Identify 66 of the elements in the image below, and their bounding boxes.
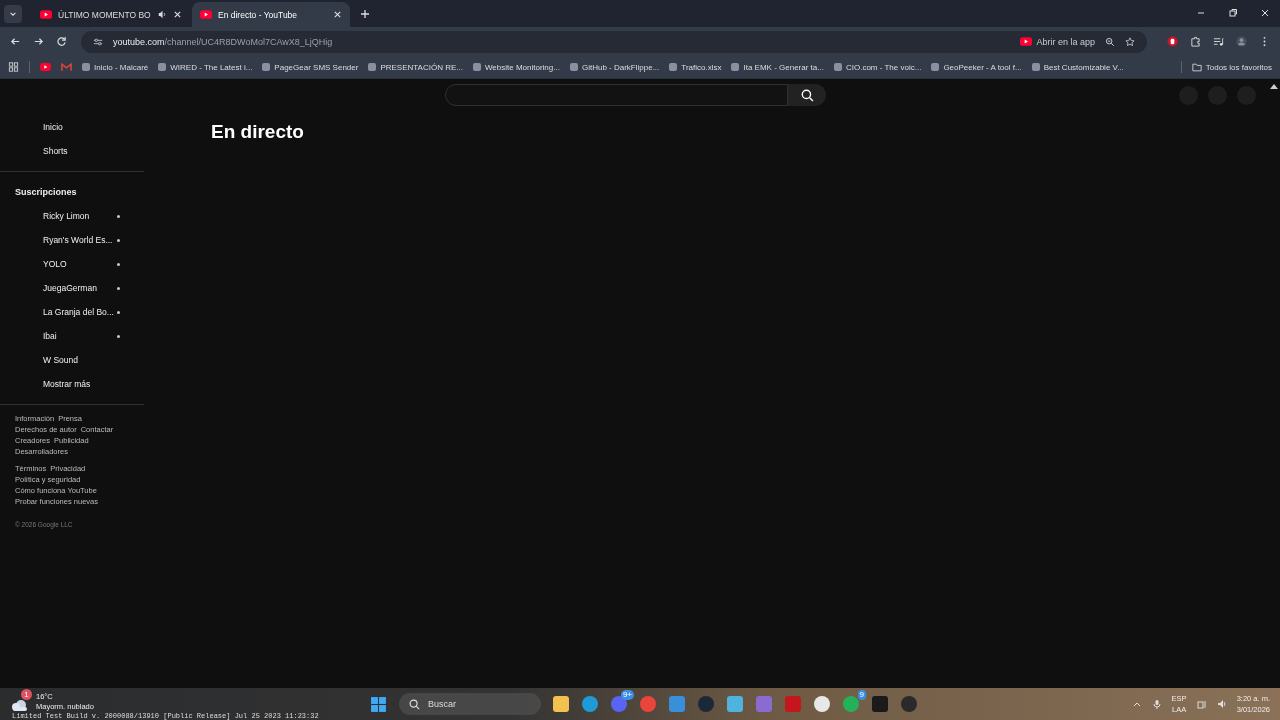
tab-title: En directo - YouTube — [218, 9, 299, 20]
subscription-item[interactable]: La Granja del Bo... — [0, 300, 114, 324]
address-bar[interactable]: youtube.com/channel/UC4R8DWoMol7CAwX8_LjQHig Abrir en la app — [81, 30, 1147, 53]
close-icon[interactable] — [333, 10, 342, 19]
chevron-down-icon — [9, 10, 17, 18]
scroll-up-icon[interactable] — [1270, 83, 1278, 89]
search-field[interactable] — [445, 84, 788, 106]
tab-search-button[interactable] — [4, 5, 22, 23]
search-placeholder: Buscar — [428, 699, 456, 709]
browser-tab[interactable]: En directo - YouTube — [192, 2, 350, 27]
play-logo-icon — [1020, 37, 1033, 46]
tune-icon[interactable] — [93, 36, 103, 47]
avatar-icon[interactable] — [1236, 36, 1247, 47]
bookmark-link[interactable]: PRESENTACIÓN RE... — [368, 62, 463, 72]
apps-grid-icon[interactable] — [8, 62, 19, 72]
close-icon[interactable] — [173, 10, 182, 19]
restore-icon[interactable] — [1228, 8, 1238, 18]
speaker-icon[interactable] — [158, 10, 167, 19]
subscription-item[interactable]: Ryan's World Es... — [0, 228, 113, 252]
play-logo-icon — [40, 10, 52, 19]
star-icon[interactable] — [1125, 36, 1135, 47]
subscription-item[interactable]: Ricky Limon — [0, 204, 90, 228]
windows-logo-icon[interactable] — [370, 695, 387, 713]
back-icon[interactable] — [10, 36, 21, 47]
microphone-icon[interactable] — [1151, 699, 1162, 709]
subscription-item[interactable]: JuegaGerman — [0, 276, 97, 300]
puzzle-icon[interactable] — [1190, 36, 1201, 47]
search-icon — [800, 88, 814, 102]
taskbar-search-field[interactable]: Buscar — [399, 693, 541, 715]
open-in-app-button[interactable]: Abrir en la app — [1020, 36, 1095, 47]
subscription-item[interactable]: W Sound — [0, 348, 78, 372]
bookmark-link[interactable]: CIO.com - The voic... — [833, 62, 922, 72]
sidebar-item[interactable]: Inicio — [0, 115, 144, 139]
section-title: Suscripciones — [14, 186, 78, 199]
tab-title: ÚLTIMO MOMENTO BO — [58, 9, 152, 20]
bookmark-link[interactable]: Trafico.xlsx — [669, 62, 722, 72]
folder-icon — [1191, 62, 1202, 72]
play-logo-icon — [200, 10, 212, 19]
play-logo-icon[interactable] — [40, 62, 51, 72]
bookmark-link[interactable]: PageGear SMS Sender — [262, 62, 359, 72]
bookmark-link[interactable]: Inicio - Malcaré — [82, 62, 149, 72]
browser-tab[interactable]: ÚLTIMO MOMENTO BO — [32, 2, 190, 27]
sidebar-item[interactable]: Shorts — [0, 139, 144, 163]
reload-icon[interactable] — [56, 36, 67, 47]
zoom-icon[interactable] — [1105, 36, 1115, 47]
page-heading: En directo — [211, 121, 305, 143]
media-queue-icon[interactable] — [1213, 36, 1224, 47]
search-icon — [409, 698, 420, 710]
bookmark-link[interactable]: GeoPeeker - A tool f... — [931, 62, 1022, 72]
notification-badge: 9 — [857, 689, 866, 700]
close-icon[interactable] — [1260, 8, 1270, 18]
bookmark-link[interactable]: Best Customizable V... — [1031, 62, 1124, 72]
new-tab-icon[interactable] — [360, 9, 370, 19]
bookmark-link[interactable]: GitHub - DarkFlippe... — [569, 62, 660, 72]
notification-badge: 9+ — [620, 689, 634, 700]
search-button[interactable] — [788, 84, 826, 106]
url-text: youtube.com/channel/UC4R8DWoMol7CAwX8_LjQHig — [113, 36, 333, 47]
bookmark-link[interactable]: Ita EMK - Generar ta... — [731, 62, 824, 72]
subscription-item[interactable]: YOLO — [0, 252, 67, 276]
bookmark-link[interactable]: Website Monitoring... — [472, 62, 560, 72]
forward-icon[interactable] — [33, 36, 44, 47]
show-more-link[interactable]: Mostrar más — [0, 372, 144, 396]
all-bookmarks-link[interactable]: Todos los favoritos — [1191, 62, 1272, 72]
bookmark-link[interactable]: WIRED - The Latest i... — [158, 62, 253, 72]
notification-badge: 1 — [21, 689, 32, 700]
subscription-item[interactable]: Ibai — [0, 324, 57, 348]
